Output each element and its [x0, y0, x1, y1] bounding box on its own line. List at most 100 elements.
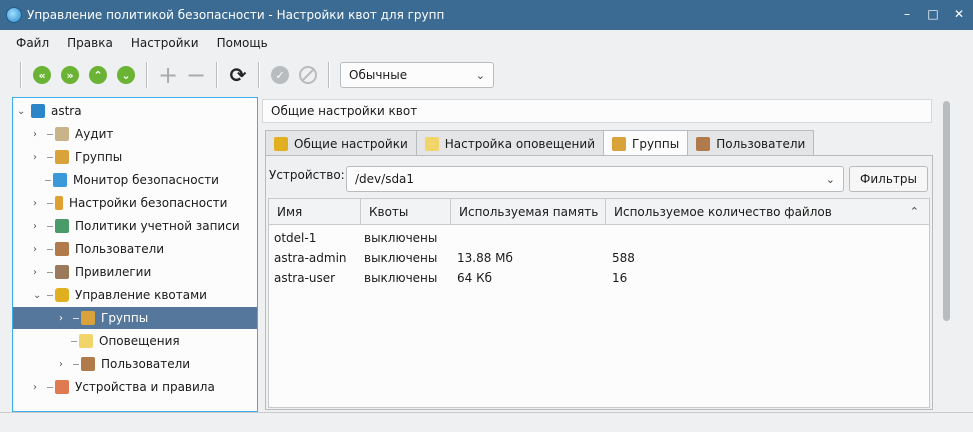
tree-item-quota-groups[interactable]: › Группы [13, 307, 257, 329]
tree-item-quota-management[interactable]: ⌄ Управление квотами [33, 284, 207, 306]
expand-arrow-icon[interactable]: › [59, 359, 71, 370]
tree-item-security-monitor[interactable]: Монитор безопасности [45, 169, 219, 191]
cancel-icon [299, 66, 317, 84]
remove-button[interactable]: − [184, 63, 208, 87]
column-header-name[interactable]: Имя [269, 199, 361, 225]
toolbar: « » ⌃ ⌄ + − ⟳ ✓ Обычные ⌄ [0, 57, 973, 93]
menu-file[interactable]: Файл [16, 36, 49, 50]
menu-edit[interactable]: Правка [67, 36, 113, 50]
settings-icon [55, 196, 63, 210]
tree-item-account-policies[interactable]: › Политики учетной записи [33, 215, 240, 237]
envelope-icon [79, 334, 93, 348]
tab-groups[interactable]: Группы [603, 130, 689, 157]
computer-icon [31, 104, 45, 118]
tree-item-astra[interactable]: ⌄ astra [17, 100, 82, 122]
tab-users[interactable]: Пользователи [687, 130, 815, 156]
users-icon [696, 136, 711, 151]
panel-header-text: Общие настройки квот [271, 104, 418, 118]
device-label: Устройство: [269, 168, 345, 182]
chevron-down-icon: ⌄ [825, 172, 835, 186]
apply-button[interactable]: ✓ [268, 63, 292, 87]
add-button[interactable]: + [156, 63, 180, 87]
tree-item-label: Пользователи [101, 357, 191, 371]
last-button[interactable]: » [58, 63, 82, 87]
expand-arrow-icon[interactable]: › [33, 267, 45, 278]
tree-item-groups[interactable]: › Группы [33, 146, 122, 168]
cell-name: astra-user [274, 271, 336, 285]
cell-name: astra-admin [274, 251, 347, 265]
cancel-button[interactable] [296, 63, 320, 87]
tree-item-security-settings[interactable]: › Настройки безопасности [33, 192, 227, 214]
tree-item-label: Устройства и правила [75, 380, 215, 394]
users-icon [81, 357, 95, 371]
chevron-down-icon: ⌄ [475, 68, 485, 82]
collapse-arrow-icon[interactable]: ⌄ [33, 290, 45, 301]
tree-item-label: Оповещения [99, 334, 180, 348]
expand-arrow-icon[interactable]: › [33, 221, 45, 232]
groups-quota-table[interactable]: Имя Квоты Используемая память Используем… [268, 198, 930, 408]
expand-arrow-icon[interactable]: › [33, 382, 45, 393]
title-bar: Управление политикой безопасности - Наст… [0, 0, 973, 30]
device-select[interactable]: /dev/sda1 ⌄ [346, 166, 844, 192]
tree-item-quota-users[interactable]: › Пользователи [59, 353, 190, 375]
quota-icon [274, 136, 288, 151]
account-policy-icon [55, 219, 69, 233]
tree-item-label: Монитор безопасности [73, 173, 219, 187]
up-button[interactable]: ⌃ [86, 63, 110, 87]
sort-up-icon[interactable]: ⌃ [910, 205, 919, 218]
menu-settings[interactable]: Настройки [131, 36, 199, 50]
toolbar-separator [216, 62, 218, 88]
tab-notification-settings[interactable]: Настройка оповещений [415, 130, 605, 156]
tree-item-label: astra [51, 104, 82, 118]
tree-item-label: Пользователи [75, 242, 165, 256]
tree-item-label: Политики учетной записи [75, 219, 240, 233]
refresh-button[interactable]: ⟳ [226, 63, 250, 87]
column-header-used-memory[interactable]: Используемая память [451, 199, 606, 225]
tab-label: Общие настройки [294, 136, 408, 151]
toolbar-separator [20, 62, 22, 88]
users-icon [55, 242, 69, 256]
groups-icon [81, 311, 95, 325]
tree-item-privileges[interactable]: › Привилегии [33, 261, 151, 283]
scrollbar-thumb[interactable] [943, 101, 950, 321]
table-row[interactable]: otdel-1 выключены [269, 228, 929, 248]
tree-item-label: Группы [101, 311, 149, 325]
tree-item-notifications[interactable]: Оповещения [71, 330, 180, 352]
cell-used-files: 16 [612, 271, 628, 285]
down-button[interactable]: ⌄ [114, 63, 138, 87]
menu-help[interactable]: Помощь [217, 36, 268, 50]
cell-quotas: выключены [364, 251, 438, 265]
close-icon[interactable]: ✕ [953, 7, 965, 21]
column-header-used-files[interactable]: Используемое количество файлов [606, 199, 929, 225]
table-row[interactable]: astra-user выключены 64 Кб 16 [269, 268, 929, 288]
chevron-down-icon: ⌄ [117, 66, 135, 84]
tree-item-label: Аудит [75, 127, 114, 141]
minimize-icon[interactable]: – [901, 7, 913, 21]
devices-icon [55, 380, 69, 394]
maximize-icon[interactable]: □ [927, 7, 939, 21]
first-button[interactable]: « [30, 63, 54, 87]
tree-item-label: Привилегии [75, 265, 152, 279]
minus-icon: − [185, 61, 207, 89]
navigation-tree[interactable]: ⌄ astra › Аудит › Группы Монитор безопас… [12, 97, 258, 412]
monitor-icon [53, 173, 67, 187]
table-row[interactable]: astra-admin выключены 13.88 Мб 588 [269, 248, 929, 268]
tree-item-devices-rules[interactable]: › Устройства и правила [33, 376, 215, 398]
vertical-scrollbar[interactable] [940, 97, 954, 410]
expand-arrow-icon[interactable]: › [33, 198, 45, 209]
expand-arrow-icon[interactable]: › [59, 313, 71, 324]
filters-button[interactable]: Фильтры [849, 166, 928, 192]
envelope-icon [424, 136, 439, 151]
expand-arrow-icon[interactable]: › [33, 244, 45, 255]
expand-arrow-icon[interactable]: › [33, 129, 45, 140]
expand-arrow-icon[interactable]: › [33, 152, 45, 163]
mode-select[interactable]: Обычные ⌄ [340, 62, 494, 88]
tree-item-audit[interactable]: › Аудит [33, 123, 113, 145]
tab-label: Группы [632, 137, 680, 151]
cell-used-memory: 13.88 Мб [457, 251, 513, 265]
tab-bar: Общие настройки Настройка оповещений Гру… [265, 130, 815, 157]
tab-general-settings[interactable]: Общие настройки [265, 130, 417, 156]
column-header-quotas[interactable]: Квоты [361, 199, 451, 225]
collapse-arrow-icon[interactable]: ⌄ [17, 106, 29, 117]
tree-item-users[interactable]: › Пользователи [33, 238, 164, 260]
